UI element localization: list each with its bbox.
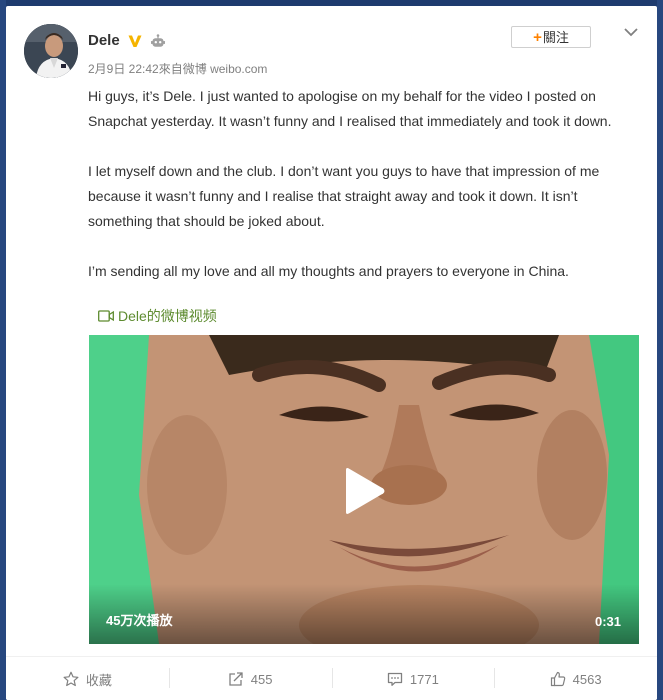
action-bar: 收藏 455 1771 4563 (6, 656, 657, 700)
post-paragraph: I let myself down and the club. I don’t … (88, 163, 600, 229)
comment-count: 1771 (409, 671, 439, 687)
username[interactable]: Dele (88, 32, 120, 49)
video-duration: 0:31 (594, 614, 621, 629)
post-text: Hi guys, it’s Dele. I just wanted to apo… (88, 84, 633, 284)
thumbs-up-icon (550, 671, 565, 687)
robot-icon (151, 34, 165, 47)
video-link[interactable]: Dele的微博视频 (98, 306, 217, 326)
post-source[interactable]: 微博 weibo.com (183, 62, 268, 76)
verified-badge-icon (128, 35, 142, 47)
chevron-down-icon[interactable] (623, 24, 639, 40)
weibo-post-card: Dele 2月9日 22:42來自微博 weibo.com +關注 Hi guy… (6, 6, 657, 700)
favorite-label: 收藏 (85, 672, 112, 688)
follow-button[interactable]: +關注 (511, 26, 591, 48)
repost-count: 455 (250, 671, 273, 687)
like-count: 4563 (572, 671, 602, 687)
video-camera-icon (98, 310, 114, 322)
play-icon[interactable] (342, 467, 386, 515)
post-meta: 2月9日 22:42來自微博 weibo.com (88, 60, 267, 77)
plus-icon: + (533, 29, 542, 46)
comment-button[interactable]: 1771 (331, 657, 495, 700)
post-paragraph: Hi guys, it’s Dele. I just wanted to apo… (88, 88, 612, 129)
video-link-label: Dele的微博视频 (118, 308, 217, 324)
video-player[interactable]: 45万次播放 0:31 (89, 335, 639, 644)
comment-icon (387, 672, 403, 686)
video-view-count: 45万次播放 (106, 613, 173, 628)
follow-label: 關注 (542, 30, 569, 45)
like-button[interactable]: 4563 (494, 657, 657, 700)
repost-button[interactable]: 455 (168, 657, 332, 700)
post-source-prefix: 來自 (158, 62, 183, 76)
avatar[interactable] (24, 24, 78, 78)
share-icon (229, 672, 243, 686)
post-timestamp[interactable]: 2月9日 22:42 (88, 62, 159, 76)
window-edge-right (657, 0, 663, 700)
star-icon (63, 671, 79, 687)
post-paragraph: I’m sending all my love and all my thoug… (88, 263, 569, 279)
favorite-button[interactable]: 收藏 (6, 657, 169, 700)
